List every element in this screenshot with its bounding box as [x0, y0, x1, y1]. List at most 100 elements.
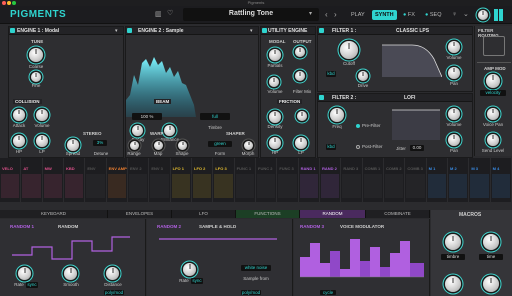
- next-preset-icon[interactable]: ›: [334, 10, 337, 19]
- amp-mod-knob[interactable]: [486, 74, 500, 88]
- mod-source-14[interactable]: RAND 1: [299, 158, 320, 202]
- density-knob[interactable]: [269, 111, 281, 123]
- fine-knob[interactable]: [31, 72, 41, 82]
- filter1-volume-knob[interactable]: [448, 41, 460, 53]
- mod-source-20[interactable]: M 1: [427, 158, 448, 202]
- random2-mode[interactable]: SAMPLE & HOLD: [199, 224, 236, 229]
- filter1-kbd-button[interactable]: kbd: [326, 71, 336, 77]
- partials-knob[interactable]: [269, 49, 281, 61]
- attack-knob[interactable]: [13, 109, 25, 121]
- utility-volume-knob[interactable]: [269, 77, 279, 87]
- beam-value[interactable]: 100 %: [132, 113, 162, 120]
- morph-knob[interactable]: [244, 141, 253, 150]
- brilliance-knob[interactable]: [164, 125, 175, 136]
- mod-source-16[interactable]: RAND 3: [341, 158, 363, 202]
- preset-selector[interactable]: Rattling Tone ▾: [183, 8, 319, 21]
- heart-icon[interactable]: ♡: [167, 10, 174, 17]
- mod-source-4[interactable]: ENV: [85, 158, 107, 202]
- freq-knob[interactable]: [330, 108, 344, 122]
- utility-hp-knob[interactable]: [269, 137, 281, 149]
- engine2-power-toggle[interactable]: [127, 28, 132, 33]
- mod-source-11[interactable]: FUNC 1: [235, 158, 256, 202]
- filter2-power-toggle[interactable]: [319, 95, 324, 100]
- mod-source-7[interactable]: ENV 3: [149, 158, 171, 202]
- mod-source-19[interactable]: COMB 3: [405, 158, 427, 202]
- smooth-knob[interactable]: [64, 267, 77, 280]
- random1-rate-knob[interactable]: [18, 267, 31, 280]
- filter2-type[interactable]: LOFI: [404, 95, 415, 101]
- synth-tab-button[interactable]: SYNTH: [372, 10, 397, 20]
- spread-knob[interactable]: [67, 139, 79, 151]
- filter2-volume-knob[interactable]: [448, 108, 460, 120]
- mod-source-1[interactable]: AT: [21, 158, 43, 202]
- engine1-dropdown-icon[interactable]: ▾: [115, 28, 118, 34]
- mod-source-10[interactable]: LFO 3: [213, 158, 235, 202]
- random3-mode[interactable]: VOICE MODULATOR: [340, 224, 384, 229]
- filter-mix-knob[interactable]: [295, 71, 305, 81]
- tab-combinate[interactable]: COMBINATE: [366, 210, 430, 218]
- shape-knob[interactable]: [178, 141, 187, 150]
- mod-source-5[interactable]: ENV AMP: [107, 158, 128, 202]
- jitter-value[interactable]: 0.00: [410, 145, 424, 151]
- engine1-power-toggle[interactable]: [10, 28, 15, 33]
- random3-cycle-mode[interactable]: cycle: [320, 290, 336, 295]
- random2-rate-knob[interactable]: [183, 263, 196, 276]
- mod-source-13[interactable]: FUNC 3: [277, 158, 299, 202]
- filter1-type[interactable]: CLASSIC LPS: [396, 28, 429, 34]
- pre-filter-radio[interactable]: [356, 124, 360, 128]
- decay-knob[interactable]: [132, 125, 143, 136]
- timbre-value[interactable]: full: [200, 113, 230, 120]
- friction-knob-2[interactable]: [297, 111, 307, 121]
- filter2-pan-knob[interactable]: [448, 134, 460, 146]
- library-icon[interactable]: ▥: [155, 11, 162, 18]
- chevron-down-icon[interactable]: ⌄: [463, 10, 469, 18]
- amp-mod-source[interactable]: velocity: [480, 90, 506, 96]
- lightbulb-icon[interactable]: ♀: [452, 11, 457, 18]
- filter-routing-selector[interactable]: [483, 36, 505, 56]
- preset-dropdown-icon[interactable]: ▾: [309, 10, 312, 17]
- mod-source-23[interactable]: M 4: [491, 158, 512, 202]
- random1-mode[interactable]: RANDOM: [58, 224, 78, 229]
- mod-source-2[interactable]: MW: [43, 158, 64, 202]
- macro1-label[interactable]: timbre: [441, 254, 465, 260]
- collision-volume-knob[interactable]: [36, 109, 48, 121]
- engine2-title[interactable]: ENGINE 2 : Sample: [138, 28, 184, 34]
- fx-tab-button[interactable]: ● FX: [400, 10, 418, 20]
- tab-envelopes[interactable]: ENVELOPES: [108, 210, 172, 218]
- play-tab-button[interactable]: PLAY: [348, 10, 368, 20]
- prev-preset-icon[interactable]: ‹: [325, 10, 328, 19]
- filter1-power-toggle[interactable]: [319, 28, 324, 33]
- macro2-label[interactable]: time: [479, 254, 503, 260]
- filter1-pan-knob[interactable]: [448, 67, 460, 79]
- mod-source-6[interactable]: ENV 2: [128, 158, 150, 202]
- map-knob[interactable]: [154, 141, 163, 150]
- drive-knob[interactable]: [358, 71, 368, 81]
- form-value[interactable]: green: [208, 141, 232, 147]
- random1-rate-mode[interactable]: sync: [26, 282, 38, 288]
- post-filter-radio[interactable]: [356, 145, 360, 149]
- master-volume-knob[interactable]: [478, 10, 488, 20]
- mod-source-21[interactable]: M 2: [448, 158, 470, 202]
- utility-lp-knob[interactable]: [295, 137, 307, 149]
- cutoff-knob[interactable]: [340, 41, 358, 59]
- coarse-knob[interactable]: [29, 48, 43, 62]
- engine1-lp-knob[interactable]: [36, 135, 48, 147]
- tab-keyboard[interactable]: KEYBOARD: [0, 210, 108, 218]
- utility-power-toggle[interactable]: [262, 28, 267, 33]
- range-knob[interactable]: [130, 141, 139, 150]
- distance-knob[interactable]: [106, 267, 119, 280]
- mod-source-9[interactable]: LFO 2: [192, 158, 214, 202]
- engine2-dropdown-icon[interactable]: ▾: [250, 28, 253, 34]
- macro4-knob[interactable]: [483, 276, 499, 292]
- utility-output-knob[interactable]: [295, 47, 305, 57]
- mod-source-22[interactable]: M 3: [469, 158, 491, 202]
- voice-pan-knob[interactable]: [487, 108, 499, 120]
- mod-source-0[interactable]: VELO: [0, 158, 22, 202]
- engine1-hp-knob[interactable]: [13, 135, 25, 147]
- detune-value[interactable]: 3%: [93, 140, 107, 146]
- macro3-knob[interactable]: [445, 276, 461, 292]
- mod-source-12[interactable]: FUNC 2: [256, 158, 278, 202]
- tab-lfo[interactable]: LFO: [172, 210, 236, 218]
- mod-source-15[interactable]: RAND 2: [320, 158, 342, 202]
- macro1-knob[interactable]: [445, 234, 461, 250]
